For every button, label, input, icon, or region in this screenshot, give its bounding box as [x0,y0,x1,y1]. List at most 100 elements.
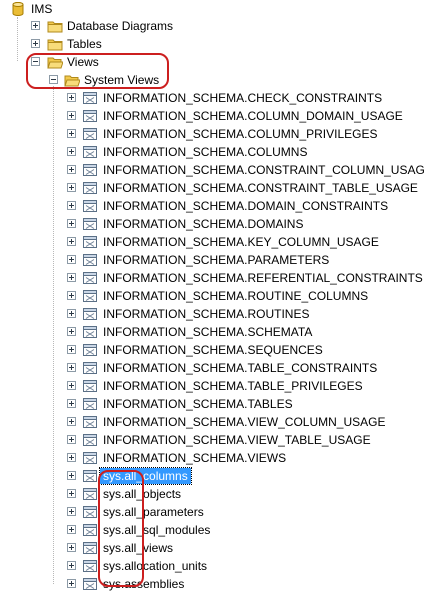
tree-node-system-view[interactable]: INFORMATION_SCHEMA.VIEWS [0,449,425,467]
tree-node-system-view[interactable]: sys.all_parameters [0,503,425,521]
tree-node-system-view[interactable]: sys.assemblies [0,575,425,593]
system-view-label: INFORMATION_SCHEMA.COLUMN_DOMAIN_USAGE [103,109,403,123]
expand-plus-icon[interactable] [67,291,76,300]
tree-node-system-view[interactable]: INFORMATION_SCHEMA.PARAMETERS [0,251,425,269]
view-icon [83,434,97,446]
database-icon [12,2,24,16]
tree-node-system-view[interactable]: INFORMATION_SCHEMA.SCHEMATA [0,323,425,341]
tree-node-system-view[interactable]: INFORMATION_SCHEMA.COLUMNS [0,143,425,161]
system-view-label: INFORMATION_SCHEMA.KEY_COLUMN_USAGE [103,235,379,249]
expand-plus-icon[interactable] [67,147,76,156]
tree-node-system-view[interactable]: INFORMATION_SCHEMA.TABLE_PRIVILEGES [0,377,425,395]
view-icon [83,164,97,176]
expand-plus-icon[interactable] [67,579,76,588]
view-icon [83,218,97,230]
tree-node-system-views[interactable]: System Views [0,71,425,89]
system-view-label: INFORMATION_SCHEMA.ROUTINE_COLUMNS [103,289,369,303]
system-view-label: INFORMATION_SCHEMA.DOMAIN_CONSTRAINTS [103,199,389,213]
database-label: IMS [31,2,53,16]
system-view-label: INFORMATION_SCHEMA.PARAMETERS [103,253,330,267]
system-view-label: INFORMATION_SCHEMA.COLUMN_PRIVILEGES [103,127,378,141]
tree-node-database[interactable]: IMS [0,0,425,18]
folder-icon [47,39,63,51]
tree-node-system-view[interactable]: INFORMATION_SCHEMA.SEQUENCES [0,341,425,359]
expand-plus-icon[interactable] [67,543,76,552]
tree-node-system-view[interactable]: INFORMATION_SCHEMA.COLUMN_DOMAIN_USAGE [0,107,425,125]
view-icon [83,398,97,410]
tree-node-system-view[interactable]: INFORMATION_SCHEMA.DOMAINS [0,215,425,233]
expand-plus-icon[interactable] [67,561,76,570]
tree-node-system-view[interactable]: INFORMATION_SCHEMA.DOMAIN_CONSTRAINTS [0,197,425,215]
tree-node-system-view[interactable]: INFORMATION_SCHEMA.CONSTRAINT_TABLE_USAG… [0,179,425,197]
view-icon [83,182,97,194]
system-view-label: INFORMATION_SCHEMA.DOMAINS [103,217,304,231]
expand-plus-icon[interactable] [31,39,40,48]
view-icon [83,308,97,320]
tree-node-system-view[interactable]: INFORMATION_SCHEMA.CHECK_CONSTRAINTS [0,89,425,107]
expand-plus-icon[interactable] [67,453,76,462]
view-icon [83,470,97,482]
tree-node-system-view[interactable]: INFORMATION_SCHEMA.ROUTINES [0,305,425,323]
expand-plus-icon[interactable] [67,183,76,192]
tree-node-system-view[interactable]: sys.allocation_units [0,557,425,575]
view-icon [83,236,97,248]
expand-plus-icon[interactable] [67,273,76,282]
view-icon [83,272,97,284]
tree-node-system-view[interactable]: INFORMATION_SCHEMA.REFERENTIAL_CONSTRAIN… [0,269,425,287]
system-view-label: sys.all_views [103,541,174,555]
views-label: Views [67,55,99,69]
expand-plus-icon[interactable] [67,345,76,354]
tree-node-system-view[interactable]: INFORMATION_SCHEMA.TABLE_CONSTRAINTS [0,359,425,377]
tree-node-system-view[interactable]: INFORMATION_SCHEMA.ROUTINE_COLUMNS [0,287,425,305]
system-view-label: sys.assemblies [103,577,185,591]
expand-plus-icon[interactable] [67,327,76,336]
expand-plus-icon[interactable] [67,165,76,174]
tree-node-system-view[interactable]: INFORMATION_SCHEMA.COLUMN_PRIVILEGES [0,125,425,143]
folder-icon [47,21,63,33]
collapse-minus-icon[interactable] [31,57,40,66]
expand-plus-icon[interactable] [67,129,76,138]
view-icon [83,488,97,500]
expand-plus-icon[interactable] [67,435,76,444]
folder-open-icon [47,57,63,69]
tree-node-system-view[interactable]: sys.all_columns [0,467,425,485]
expand-plus-icon[interactable] [67,237,76,246]
expand-plus-icon[interactable] [67,507,76,516]
tree-node-system-view[interactable]: sys.all_views [0,539,425,557]
tree-node-system-view[interactable]: sys.all_objects [0,485,425,503]
expand-plus-icon[interactable] [67,381,76,390]
expand-plus-icon[interactable] [67,219,76,228]
tree-node-tables[interactable]: Tables [0,35,425,53]
database-diagrams-label: Database Diagrams [67,19,174,33]
expand-plus-icon[interactable] [67,201,76,210]
expand-plus-icon[interactable] [67,363,76,372]
tree-node-system-view[interactable]: INFORMATION_SCHEMA.CONSTRAINT_COLUMN_USA… [0,161,425,179]
system-view-label: INFORMATION_SCHEMA.REFERENTIAL_CONSTRAIN… [103,271,423,285]
tree-node-system-view[interactable]: sys.all_sql_modules [0,521,425,539]
expand-plus-icon[interactable] [67,309,76,318]
expand-plus-icon[interactable] [67,111,76,120]
expand-plus-icon[interactable] [67,489,76,498]
system-view-label: INFORMATION_SCHEMA.VIEWS [103,451,287,465]
system-views-label: System Views [84,73,160,87]
tables-label: Tables [67,37,102,51]
expand-plus-icon[interactable] [67,399,76,408]
expand-plus-icon[interactable] [67,255,76,264]
tree-node-system-view[interactable]: INFORMATION_SCHEMA.VIEW_COLUMN_USAGE [0,413,425,431]
folder-open-icon [64,75,80,87]
expand-plus-icon[interactable] [67,525,76,534]
expand-plus-icon[interactable] [67,417,76,426]
tree-node-views[interactable]: Views [0,53,425,71]
collapse-minus-icon[interactable] [49,75,58,84]
expand-plus-icon[interactable] [67,471,76,480]
expand-plus-icon[interactable] [67,93,76,102]
system-view-label: INFORMATION_SCHEMA.CONSTRAINT_TABLE_USAG… [103,181,418,195]
view-icon [83,326,97,338]
expand-plus-icon[interactable] [31,21,40,30]
view-icon [83,524,97,536]
tree-node-system-view[interactable]: INFORMATION_SCHEMA.VIEW_TABLE_USAGE [0,431,425,449]
tree-node-system-view[interactable]: INFORMATION_SCHEMA.TABLES [0,395,425,413]
tree-node-system-view[interactable]: INFORMATION_SCHEMA.KEY_COLUMN_USAGE [0,233,425,251]
system-view-label: sys.allocation_units [103,559,208,573]
tree-node-database-diagrams[interactable]: Database Diagrams [0,17,425,35]
